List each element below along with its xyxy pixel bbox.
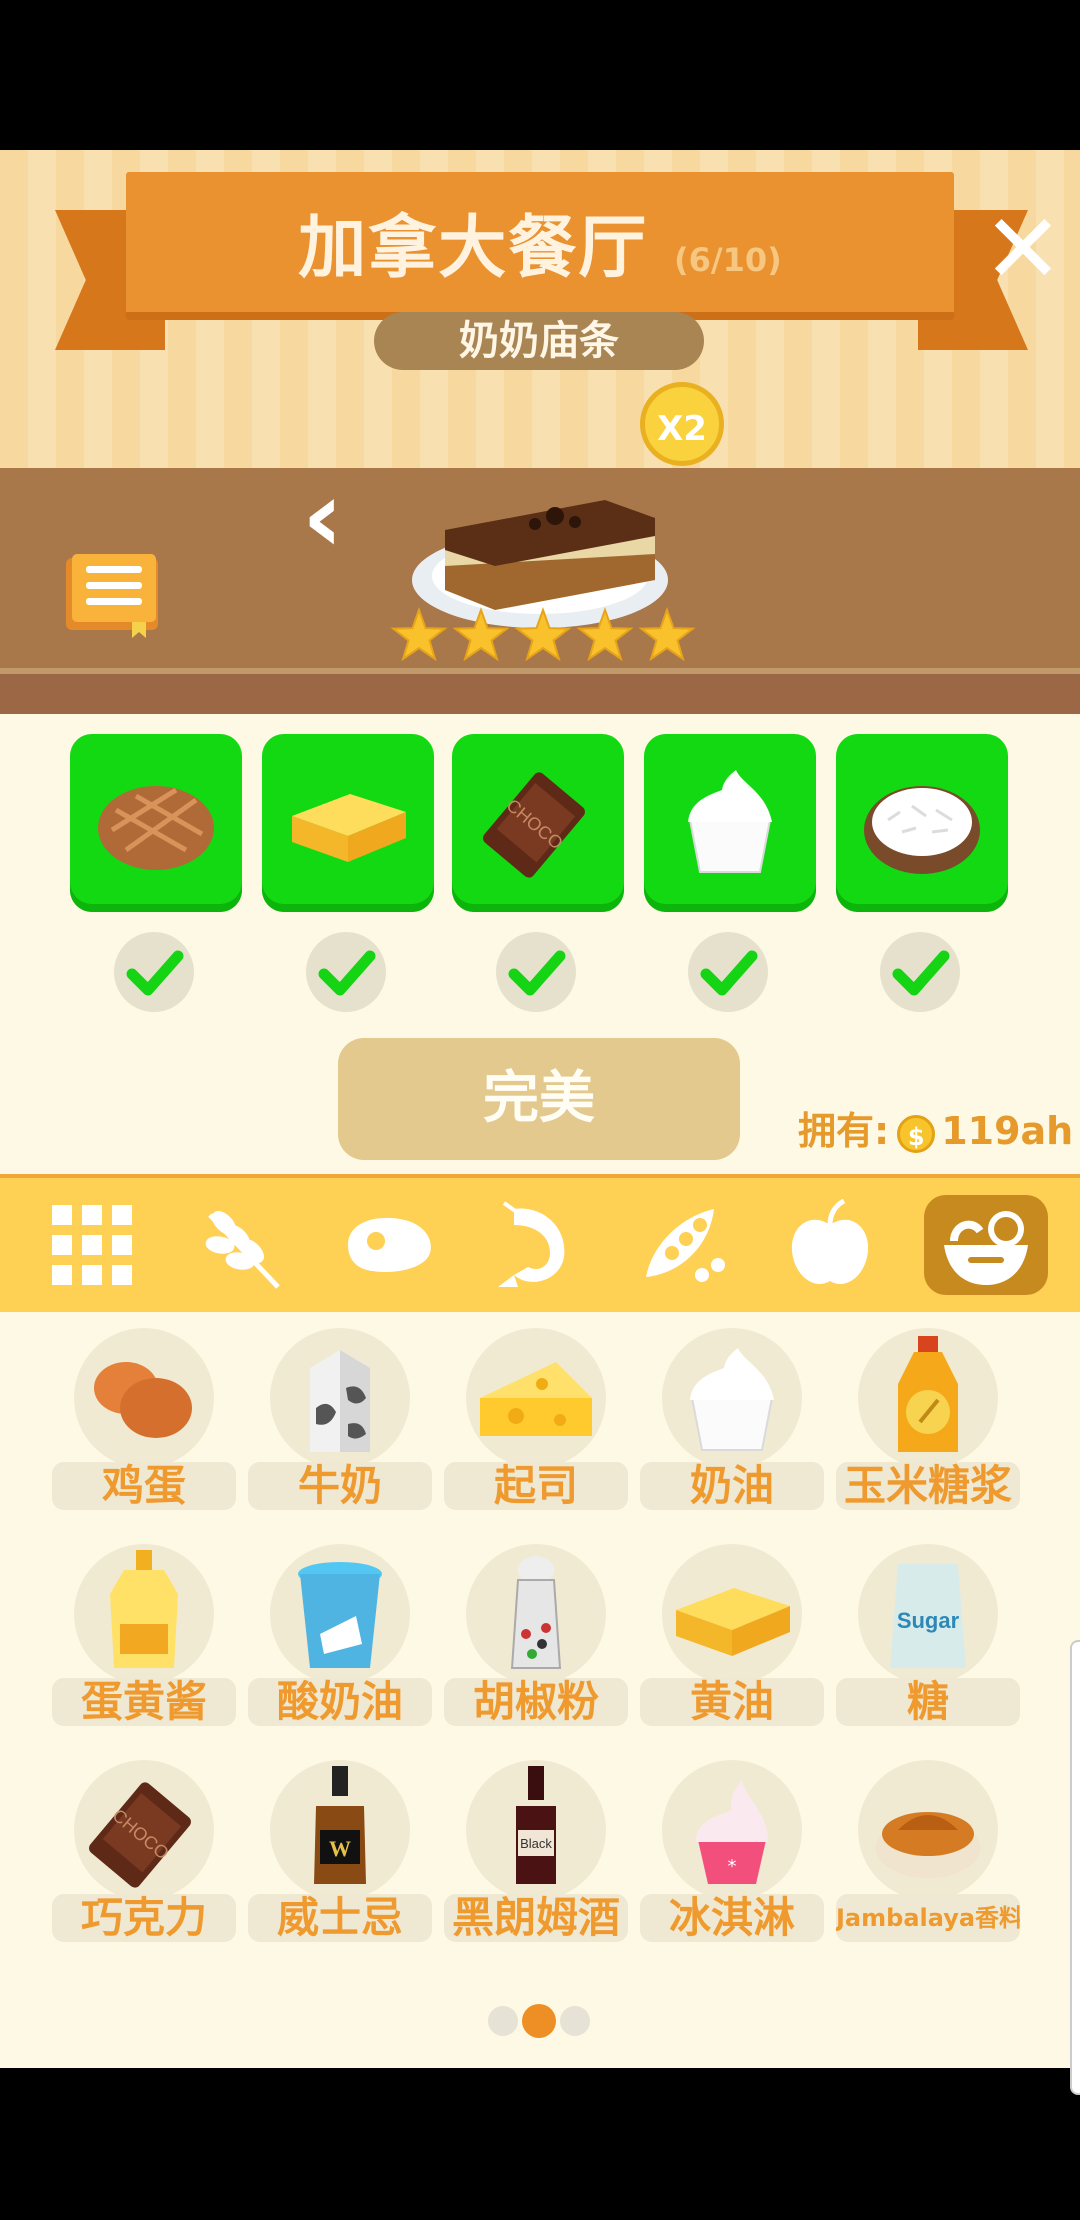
bowl-icon[interactable] (924, 1195, 1048, 1295)
ingredient-item[interactable]: 玉米糖浆 (836, 1328, 1020, 1524)
dish-name: 奶奶庙条 (374, 312, 704, 370)
checkmark-icon (114, 932, 194, 1012)
restaurant-name: 加拿大餐厅 (298, 209, 649, 288)
ingredient-item[interactable]: Black 黑朗姆酒 (444, 1760, 628, 1956)
page-dot[interactable] (488, 2006, 518, 2036)
eggs-icon (74, 1328, 214, 1468)
item-label: 玉米糖浆 (836, 1462, 1020, 1510)
svg-text:Black: Black (520, 1836, 552, 1851)
star-icon (638, 607, 696, 662)
item-label: 糖 (836, 1678, 1020, 1726)
recipe-book-icon[interactable] (62, 552, 162, 638)
ingredient-item[interactable]: 黄油 (640, 1544, 824, 1740)
item-label: 鸡蛋 (52, 1462, 236, 1510)
item-label: Jambalaya香料 (836, 1894, 1020, 1942)
ingredient-item[interactable]: * 冰淇淋 (640, 1760, 824, 1956)
ingredient-item[interactable]: 胡椒粉 (444, 1544, 628, 1740)
star-icon (576, 607, 634, 662)
band-bottom (0, 674, 1080, 714)
ingredient-item[interactable]: W 威士忌 (248, 1760, 432, 1956)
previous-dish-arrow-icon[interactable]: ‹ (302, 467, 372, 567)
multiplier-badge: X2 (640, 382, 724, 466)
required-ingredient-tile[interactable]: CHOCO (452, 734, 624, 912)
ingredient-item[interactable]: 牛奶 (248, 1328, 432, 1524)
close-icon[interactable]: ✕ (982, 201, 1064, 297)
meat-icon[interactable] (338, 1195, 438, 1295)
ingredient-item[interactable]: 奶油 (640, 1328, 824, 1524)
ingredient-item[interactable]: CHOCO 巧克力 (52, 1760, 236, 1956)
checkmark-icon (306, 932, 386, 1012)
whiskey-icon: W (270, 1760, 410, 1900)
chocolate-icon: CHOCO (74, 1760, 214, 1900)
page-dot[interactable] (560, 2006, 590, 2036)
milk-icon (270, 1328, 410, 1468)
bread-icon (86, 750, 226, 890)
cheese-icon (466, 1328, 606, 1468)
restaurant-progress: (6/10) (673, 241, 782, 279)
coin-icon: $ (897, 1114, 936, 1153)
item-label: 威士忌 (248, 1894, 432, 1942)
ingredient-item[interactable]: Jambalaya香料 (836, 1760, 1020, 1956)
required-ingredient-tile[interactable] (836, 734, 1008, 912)
cream-icon (662, 1328, 802, 1468)
required-ingredient-tile[interactable] (262, 734, 434, 912)
checkmark-icon (496, 932, 576, 1012)
ownership-display: 拥有: $119ah (798, 1100, 1073, 1155)
item-label: 起司 (444, 1462, 628, 1510)
item-label: 牛奶 (248, 1462, 432, 1510)
item-label: 胡椒粉 (444, 1678, 628, 1726)
svg-text:W: W (329, 1836, 351, 1861)
chocolate-icon: CHOCO (468, 750, 608, 890)
page-dot[interactable] (522, 2004, 556, 2038)
star-icon (514, 607, 572, 662)
shrimp-icon[interactable] (484, 1195, 584, 1295)
ice-cream-icon: * (662, 1760, 802, 1900)
required-ingredient-tile[interactable] (70, 734, 242, 912)
grid-icon[interactable] (42, 1195, 142, 1295)
item-label: 黄油 (640, 1678, 824, 1726)
mayonnaise-icon (74, 1544, 214, 1684)
ingredient-item[interactable]: 起司 (444, 1328, 628, 1524)
item-label: 蛋黄酱 (52, 1678, 236, 1726)
item-label: 酸奶油 (248, 1678, 432, 1726)
ownership-label: 拥有: (798, 1109, 890, 1153)
ownership-amount: 119ah (941, 1109, 1074, 1153)
item-label: 冰淇淋 (640, 1894, 824, 1942)
wheat-icon[interactable] (190, 1195, 290, 1295)
svg-text:*: * (728, 1856, 737, 1877)
scrollbar[interactable] (1070, 1640, 1080, 2095)
cream-icon (660, 750, 800, 890)
apple-icon[interactable] (780, 1195, 880, 1295)
ingredient-item[interactable]: 蛋黄酱 (52, 1544, 236, 1740)
svg-text:Sugar: Sugar (897, 1608, 960, 1633)
ingredient-item[interactable]: Sugar 糖 (836, 1544, 1020, 1740)
butter-icon (278, 750, 418, 890)
ingredient-item[interactable]: 鸡蛋 (52, 1328, 236, 1524)
sour-cream-icon (270, 1544, 410, 1684)
star-icon (390, 607, 448, 662)
required-ingredient-tile[interactable] (644, 734, 816, 912)
corn-syrup-icon (858, 1328, 998, 1468)
star-icon (452, 607, 510, 662)
restaurant-header: 加拿大餐厅 (6/10) ✕ 奶奶庙条 X2 (0, 150, 1080, 468)
dark-rum-icon: Black (466, 1760, 606, 1900)
item-label: 巧克力 (52, 1894, 236, 1942)
ingredient-item[interactable]: 酸奶油 (248, 1544, 432, 1740)
butter-icon (662, 1544, 802, 1684)
sugar-icon: Sugar (858, 1544, 998, 1684)
result-button[interactable]: 完美 (338, 1038, 740, 1160)
restaurant-title: 加拿大餐厅 (6/10) (240, 192, 840, 291)
peas-icon[interactable] (632, 1195, 732, 1295)
pepper-icon (466, 1544, 606, 1684)
checkmark-icon (688, 932, 768, 1012)
item-label: 黑朗姆酒 (444, 1894, 628, 1942)
rating-stars (390, 607, 696, 662)
item-label: 奶油 (640, 1462, 824, 1510)
coconut-icon (852, 750, 992, 890)
checkmark-icon (880, 932, 960, 1012)
spice-icon (858, 1760, 998, 1900)
